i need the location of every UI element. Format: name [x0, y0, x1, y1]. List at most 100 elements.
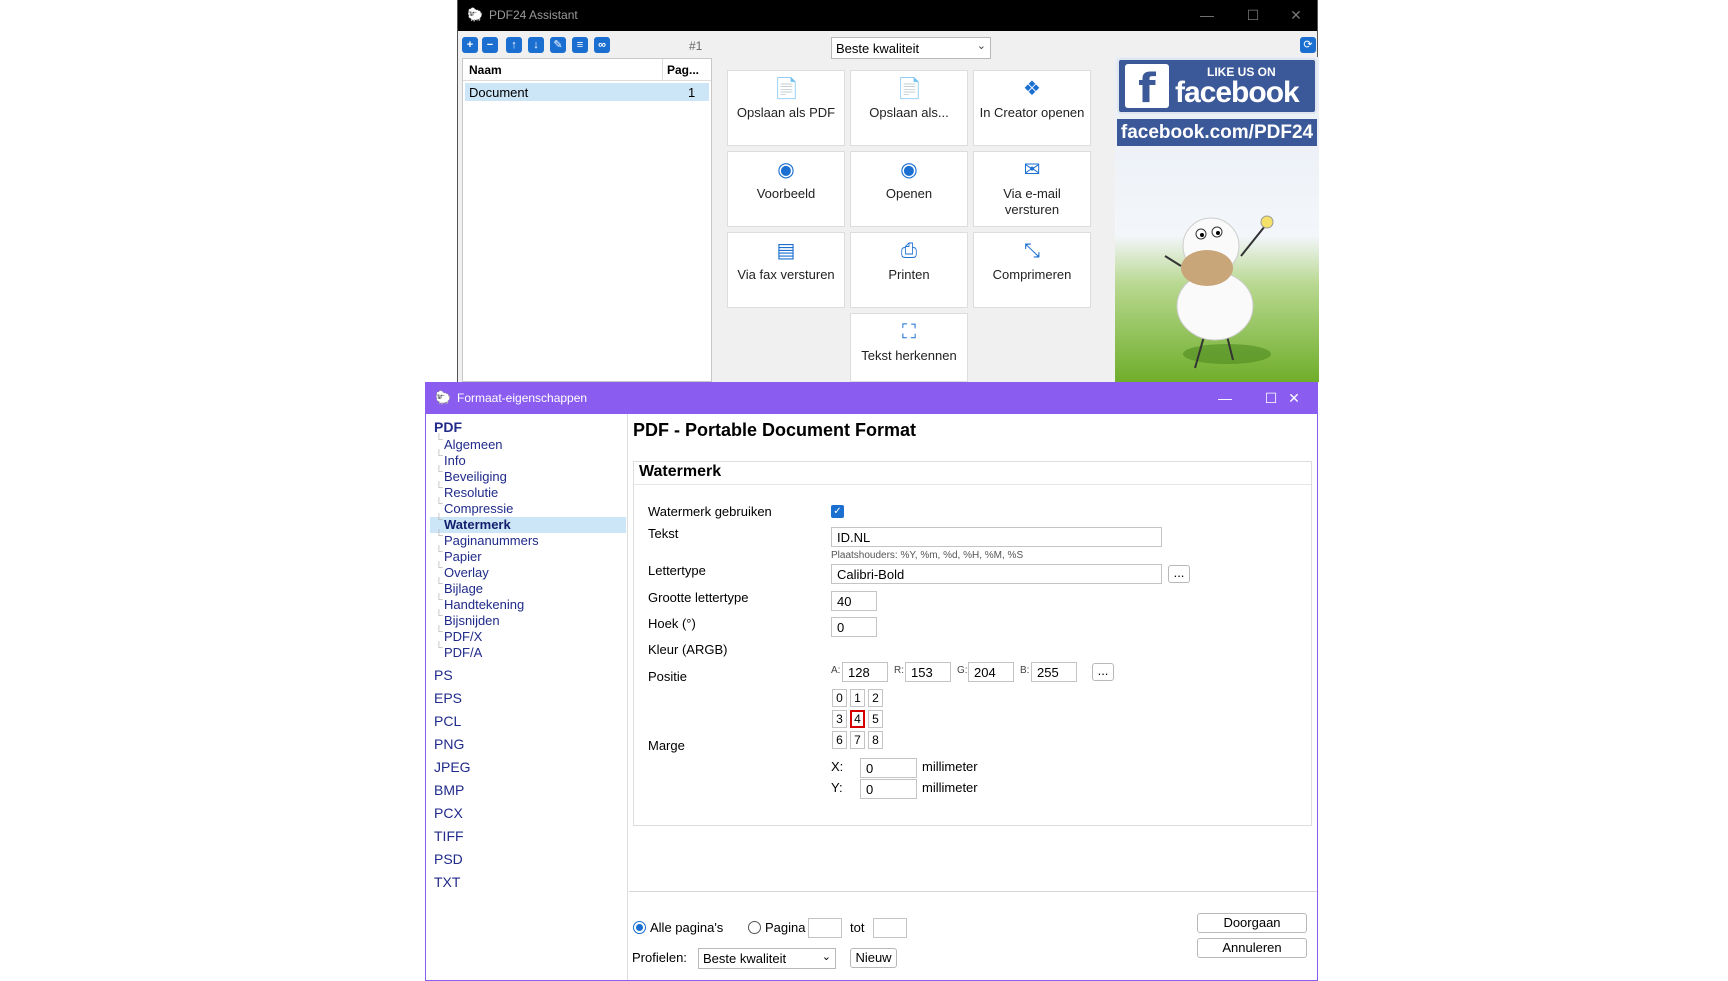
save-as-tile[interactable]: 📄 Opslaan als...: [850, 70, 968, 146]
position-cell-8[interactable]: 8: [868, 731, 883, 749]
nav-item-info[interactable]: └ Info: [430, 450, 626, 469]
assistant-titlebar[interactable]: 🐑 PDF24 Assistant — ☐ ✕: [458, 0, 1317, 31]
move-up-icon[interactable]: ↑: [506, 37, 522, 53]
open-tile[interactable]: ◉ Openen: [850, 151, 968, 227]
all-pages-radio[interactable]: [633, 921, 646, 934]
ocr-tile[interactable]: ⛶ Tekst herkennen: [850, 313, 968, 382]
column-pages[interactable]: Pag...: [667, 63, 699, 77]
nav-ps[interactable]: PS: [434, 667, 453, 683]
tree-line-icon: └: [435, 610, 443, 622]
font-browse-button[interactable]: ...: [1168, 565, 1190, 583]
new-profile-button[interactable]: Nieuw: [850, 948, 897, 968]
table-row[interactable]: Document 1: [465, 83, 709, 101]
minimize-button[interactable]: —: [1202, 383, 1248, 414]
page-to-input[interactable]: [873, 918, 907, 938]
use-watermark-checkbox[interactable]: ✓: [831, 505, 844, 518]
column-name[interactable]: Naam: [469, 63, 502, 77]
save-pdf-icon: 📄: [774, 78, 799, 100]
margin-y-input[interactable]: 0: [860, 779, 917, 799]
nav-pcl[interactable]: PCL: [434, 713, 461, 729]
compress-icon: ⤡: [1024, 240, 1040, 262]
page-title: PDF - Portable Document Format: [633, 420, 917, 440]
angle-input[interactable]: 0: [831, 617, 877, 637]
nav-pdf[interactable]: PDF: [434, 419, 462, 435]
continue-button[interactable]: Doorgaan: [1197, 913, 1307, 933]
creator-tile[interactable]: ❖ In Creator openen: [973, 70, 1091, 146]
cancel-button[interactable]: Annuleren: [1197, 938, 1307, 958]
tile-label: Comprimeren: [992, 267, 1072, 282]
nav-item-paginanummers[interactable]: └ Paginanummers: [430, 530, 626, 549]
position-cell-7[interactable]: 7: [850, 731, 865, 749]
nav-item-resolutie[interactable]: └ Resolutie: [430, 482, 626, 501]
page-label[interactable]: Pagina: [765, 920, 805, 935]
compress-tile[interactable]: ⤡ Comprimeren: [973, 232, 1091, 308]
red-input[interactable]: 153: [905, 662, 951, 682]
green-input[interactable]: 204: [968, 662, 1014, 682]
blue-input[interactable]: 255: [1031, 662, 1077, 682]
section-divider: [634, 484, 1311, 485]
nav-item-beveiliging[interactable]: └ Beveiliging: [430, 466, 626, 485]
font-size-input[interactable]: 40: [831, 591, 877, 611]
nav-pcx[interactable]: PCX: [434, 805, 463, 821]
nav-item-handtekening[interactable]: └ Handtekening: [430, 594, 626, 613]
minimize-button[interactable]: —: [1184, 0, 1230, 31]
pdf24-app-icon: 🐑: [435, 390, 452, 405]
document-list[interactable]: Naam Pag... Document 1: [462, 58, 712, 382]
nav-jpeg[interactable]: JPEG: [434, 759, 471, 775]
page-range-radio[interactable]: [748, 921, 761, 934]
nav-item-papier[interactable]: └ Papier: [430, 546, 626, 565]
nav-item-compressie[interactable]: └ Compressie: [430, 498, 626, 517]
nav-psd[interactable]: PSD: [434, 851, 463, 867]
position-cell-1[interactable]: 1: [850, 689, 865, 707]
nav-item-pdfa[interactable]: └ PDF/A: [430, 642, 626, 661]
props-titlebar[interactable]: 🐑 Formaat-eigenschappen — ☐ ✕: [426, 383, 1317, 414]
color-picker-button[interactable]: ...: [1092, 663, 1114, 681]
refresh-icon[interactable]: ⟳: [1300, 37, 1316, 53]
preview-tile[interactable]: ◉ Voorbeeld: [727, 151, 845, 227]
maximize-button[interactable]: ☐: [1230, 0, 1276, 31]
page-from-input[interactable]: [808, 918, 842, 938]
nav-bmp[interactable]: BMP: [434, 782, 464, 798]
properties-icon[interactable]: ≡: [572, 37, 588, 53]
nav-tiff[interactable]: TIFF: [434, 828, 464, 844]
placeholder-hint: Plaatshouders: %Y, %m, %d, %H, %M, %S: [831, 550, 1024, 561]
facebook-url[interactable]: facebook.com/PDF24: [1117, 119, 1317, 146]
facebook-logo[interactable]: f LIKE US ON facebook: [1117, 58, 1317, 114]
position-cell-4-selected[interactable]: 4: [850, 710, 865, 728]
close-button[interactable]: ✕: [1273, 0, 1319, 31]
position-cell-2[interactable]: 2: [868, 689, 883, 707]
fax-tile[interactable]: ▤ Via fax versturen: [727, 232, 845, 308]
view-icon[interactable]: ∞: [594, 37, 610, 53]
font-input[interactable]: Calibri-Bold: [831, 564, 1162, 584]
email-tile[interactable]: ✉ Via e-mail versturen: [973, 151, 1091, 227]
position-cell-6[interactable]: 6: [832, 731, 847, 749]
nav-item-watermerk[interactable]: └ Watermerk: [430, 514, 626, 533]
text-input[interactable]: ID.NL: [831, 527, 1162, 547]
quality-select[interactable]: Beste kwaliteit ⌄: [831, 37, 991, 59]
position-cell-3[interactable]: 3: [832, 710, 847, 728]
move-down-icon[interactable]: ↓: [528, 37, 544, 53]
nav-png[interactable]: PNG: [434, 736, 464, 752]
nav-txt[interactable]: TXT: [434, 874, 460, 890]
facebook-ad[interactable]: f LIKE US ON facebook facebook.com/PDF24: [1115, 57, 1319, 382]
position-cell-5[interactable]: 5: [868, 710, 883, 728]
nav-item-algemeen[interactable]: └ Algemeen: [430, 434, 626, 453]
nav-item-pdfx[interactable]: └ PDF/X: [430, 626, 626, 645]
add-icon[interactable]: +: [462, 37, 478, 53]
nav-item-bijsnijden[interactable]: └ Bijsnijden: [430, 610, 626, 629]
profile-select[interactable]: Beste kwaliteit ⌄: [698, 948, 836, 969]
save-pdf-tile[interactable]: 📄 Opslaan als PDF: [727, 70, 845, 146]
column-separator[interactable]: [662, 59, 663, 81]
margin-x-input[interactable]: 0: [860, 758, 917, 778]
print-tile[interactable]: ⎙ Printen: [850, 232, 968, 308]
all-pages-label[interactable]: Alle pagina's: [650, 920, 723, 935]
remove-icon[interactable]: −: [482, 37, 498, 53]
position-cell-0[interactable]: 0: [832, 689, 847, 707]
nav-item-overlay[interactable]: └ Overlay: [430, 562, 626, 581]
close-button[interactable]: ✕: [1271, 383, 1317, 414]
edit-icon[interactable]: ✎: [550, 37, 566, 53]
nav-item-bijlage[interactable]: └ Bijlage: [430, 578, 626, 597]
margin-x-label: X:: [831, 759, 844, 774]
alpha-input[interactable]: 128: [842, 662, 888, 682]
nav-eps[interactable]: EPS: [434, 690, 462, 706]
